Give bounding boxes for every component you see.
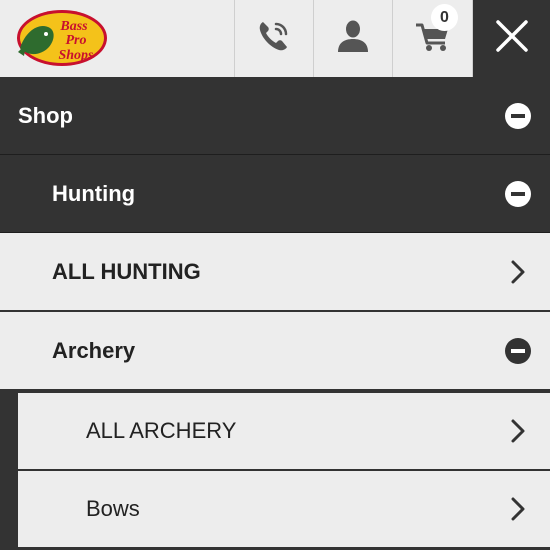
account-button[interactable] — [313, 0, 392, 77]
menu-item-label: Hunting — [52, 180, 136, 206]
logo-text-pro: Pro — [66, 33, 87, 48]
phone-icon — [254, 16, 294, 61]
chevron-right-icon — [504, 495, 532, 523]
cart-count-badge: 0 — [431, 4, 458, 31]
menu-item-hunting[interactable]: Hunting — [0, 155, 550, 233]
menu-item-shop[interactable]: Shop — [0, 77, 550, 155]
menu-item-label: Shop — [18, 102, 73, 128]
logo-text-shops: Shops — [58, 48, 94, 63]
menu-item-label: ALL HUNTING — [52, 258, 201, 284]
close-icon — [494, 18, 530, 59]
submenu-item-label: ALL ARCHERY — [86, 418, 237, 443]
top-header: Bass Pro Shops 0 — [0, 0, 550, 77]
collapse-icon[interactable] — [504, 180, 532, 208]
menu-item-label: Archery — [52, 337, 136, 363]
close-menu-button[interactable] — [473, 0, 550, 77]
submenu-item-all-archery[interactable]: ALL ARCHERY — [18, 393, 550, 471]
collapse-icon[interactable] — [504, 102, 532, 130]
chevron-right-icon — [504, 258, 532, 286]
menu-item-archery[interactable]: Archery — [0, 312, 550, 391]
bass-pro-shops-logo[interactable]: Bass Pro Shops — [16, 8, 108, 68]
user-icon — [333, 16, 373, 61]
collapse-icon[interactable] — [504, 337, 532, 365]
submenu-item-bows[interactable]: Bows — [18, 471, 550, 549]
archery-submenu: ALL ARCHERY Bows — [0, 391, 550, 550]
logo-text-bass: Bass — [59, 19, 88, 34]
phone-button[interactable] — [234, 0, 313, 77]
chevron-right-icon — [504, 417, 532, 445]
menu-item-all-hunting[interactable]: ALL HUNTING — [0, 233, 550, 312]
cart-button[interactable]: 0 — [392, 0, 473, 77]
submenu-item-label: Bows — [86, 496, 140, 521]
